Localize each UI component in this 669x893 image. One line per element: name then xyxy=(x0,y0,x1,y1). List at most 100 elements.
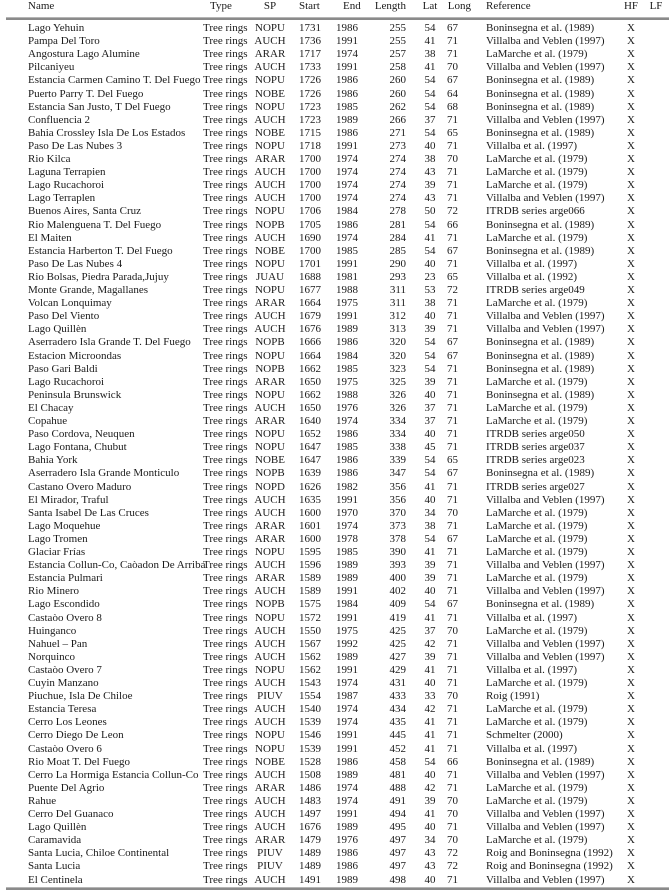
cell-long: 70 xyxy=(447,834,458,847)
cell-type: Tree rings xyxy=(203,821,248,834)
cell-name: Bahia Crossley Isla De Los Estados xyxy=(28,126,186,139)
cell-type: Tree rings xyxy=(203,231,248,244)
cell-length: 313 xyxy=(389,323,407,336)
cell-sp: AUCH xyxy=(254,61,286,74)
cell-ref: LaMarche et al. (1979) xyxy=(486,703,588,716)
cell-long: 67 xyxy=(447,244,458,257)
cell-end: 1989 xyxy=(336,572,358,585)
cell-start: 1546 xyxy=(299,729,321,742)
cell-hf: X xyxy=(627,781,635,794)
table-row: Paso De Las Nubes 3 Tree rings NOPU 1718 199… xyxy=(0,140,669,153)
cell-long: 71 xyxy=(447,611,458,624)
cell-name: El Maiten xyxy=(28,231,72,244)
cell-sp: NOPU xyxy=(255,441,285,454)
cell-lat: 43 xyxy=(424,192,436,205)
table-row: Lago Tromen Tree rings ARAR 1600 1978 378 54 67… xyxy=(0,533,669,546)
cell-sp: NOPU xyxy=(255,729,285,742)
cell-length: 255 xyxy=(389,22,407,34)
cell-start: 1479 xyxy=(299,834,321,847)
cell-hf: X xyxy=(627,637,635,650)
cell-ref: Villalba and Veblen (1997) xyxy=(486,585,605,598)
cell-name: El Mirador, Traful xyxy=(28,493,109,506)
table-row: Lago Quillèn Tree rings AUCH 1676 1989 313 39 7… xyxy=(0,323,669,336)
cell-type: Tree rings xyxy=(203,415,248,427)
cell-end: 1991 xyxy=(336,742,358,755)
table-row: Castaòo Overo 6 Tree rings NOPU 1539 1991 452… xyxy=(0,743,669,756)
cell-type: Tree rings xyxy=(203,454,248,467)
cell-ref: Boninsegna et al. (1989) xyxy=(486,467,595,480)
cell-hf: X xyxy=(627,860,635,873)
cell-ref: Villalba and Veblen (1997) xyxy=(486,650,605,663)
cell-lat: 40 xyxy=(424,873,436,886)
cell-sp: AUCH xyxy=(254,585,286,598)
cell-ref: Boninsegna et al. (1989) xyxy=(486,362,595,375)
cell-ref: Villalba and Veblen (1997) xyxy=(486,113,605,126)
header-hf: HF xyxy=(623,0,639,12)
cell-lat: 39 xyxy=(424,323,436,336)
cell-long: 70 xyxy=(447,624,458,637)
cell-hf: X xyxy=(627,35,635,48)
cell-long: 66 xyxy=(447,755,458,768)
cell-start: 1736 xyxy=(299,35,321,48)
cell-type: Tree rings xyxy=(203,559,248,572)
cell-hf: X xyxy=(627,690,635,703)
cell-hf: X xyxy=(627,126,635,139)
cell-name: Rio Minero xyxy=(28,585,80,598)
cell-length: 497 xyxy=(389,860,407,873)
cell-long: 71 xyxy=(447,415,458,427)
cell-ref: Villalba and Veblen (1997) xyxy=(486,808,605,820)
cell-length: 281 xyxy=(389,218,407,231)
cell-start: 1640 xyxy=(299,415,321,427)
table-row: Lago Escondido Tree rings NOPB 1575 1984 409 5… xyxy=(0,598,669,611)
cell-end: 1986 xyxy=(336,847,358,860)
cell-end: 1989 xyxy=(336,650,358,663)
cell-start: 1539 xyxy=(299,742,321,755)
cell-length: 494 xyxy=(389,808,407,820)
cell-length: 266 xyxy=(389,113,407,126)
cell-long: 71 xyxy=(447,585,458,598)
cell-sp: NOPU xyxy=(255,349,285,362)
cell-length: 326 xyxy=(389,401,407,414)
bottom-rule xyxy=(6,887,669,890)
cell-hf: X xyxy=(627,598,635,611)
cell-sp: AUCH xyxy=(254,794,286,807)
cell-name: Cuyin Manzano xyxy=(28,677,99,689)
cell-type: Tree rings xyxy=(203,336,248,349)
cell-length: 409 xyxy=(389,598,407,611)
cell-sp: ARAR xyxy=(254,153,286,165)
cell-hf: X xyxy=(627,349,635,362)
cell-sp: NOPU xyxy=(255,611,285,624)
cell-end: 1974 xyxy=(336,48,358,61)
cell-ref: Villalba and Veblen (1997) xyxy=(486,192,605,205)
cell-start: 1647 xyxy=(299,441,321,454)
cell-name: Estancia Pulmari xyxy=(28,572,103,585)
cell-hf: X xyxy=(627,87,635,100)
cell-start: 1539 xyxy=(299,716,321,729)
cell-end: 1974 xyxy=(336,179,358,192)
table-row: Puente Del Agrio Tree rings ARAR 1486 1974 48… xyxy=(0,782,669,795)
cell-ref: LaMarche et al. (1979) xyxy=(486,401,588,414)
cell-end: 1984 xyxy=(336,598,358,611)
cell-hf: X xyxy=(627,703,635,716)
cell-sp: PIUV xyxy=(257,860,283,873)
cell-sp: AUCH xyxy=(254,650,286,663)
cell-sp: AUCH xyxy=(254,113,286,126)
header-long: Long xyxy=(447,0,471,12)
table-row: El Chacay Tree rings AUCH 1650 1976 326 37 71 La… xyxy=(0,402,669,415)
cell-start: 1662 xyxy=(299,362,321,375)
cell-start: 1726 xyxy=(299,87,321,100)
cell-type: Tree rings xyxy=(203,48,248,61)
cell-start: 1572 xyxy=(299,611,321,624)
table-row: Estancia Harberton T. Del Fuego Tree ring… xyxy=(0,245,669,258)
cell-sp: AUCH xyxy=(254,310,286,323)
cell-type: Tree rings xyxy=(203,388,248,401)
cell-hf: X xyxy=(627,519,635,532)
cell-ref: Villalba and Veblen (1997) xyxy=(486,821,605,834)
cell-type: Tree rings xyxy=(203,87,248,100)
cell-start: 1690 xyxy=(299,231,321,244)
cell-ref: Boninsegna et al. (1989) xyxy=(486,74,595,87)
cell-lat: 41 xyxy=(424,663,436,676)
cell-hf: X xyxy=(627,231,635,244)
cell-name: Peninsula Brunswick xyxy=(28,388,122,401)
cell-ref: LaMarche et al. (1979) xyxy=(486,519,588,532)
